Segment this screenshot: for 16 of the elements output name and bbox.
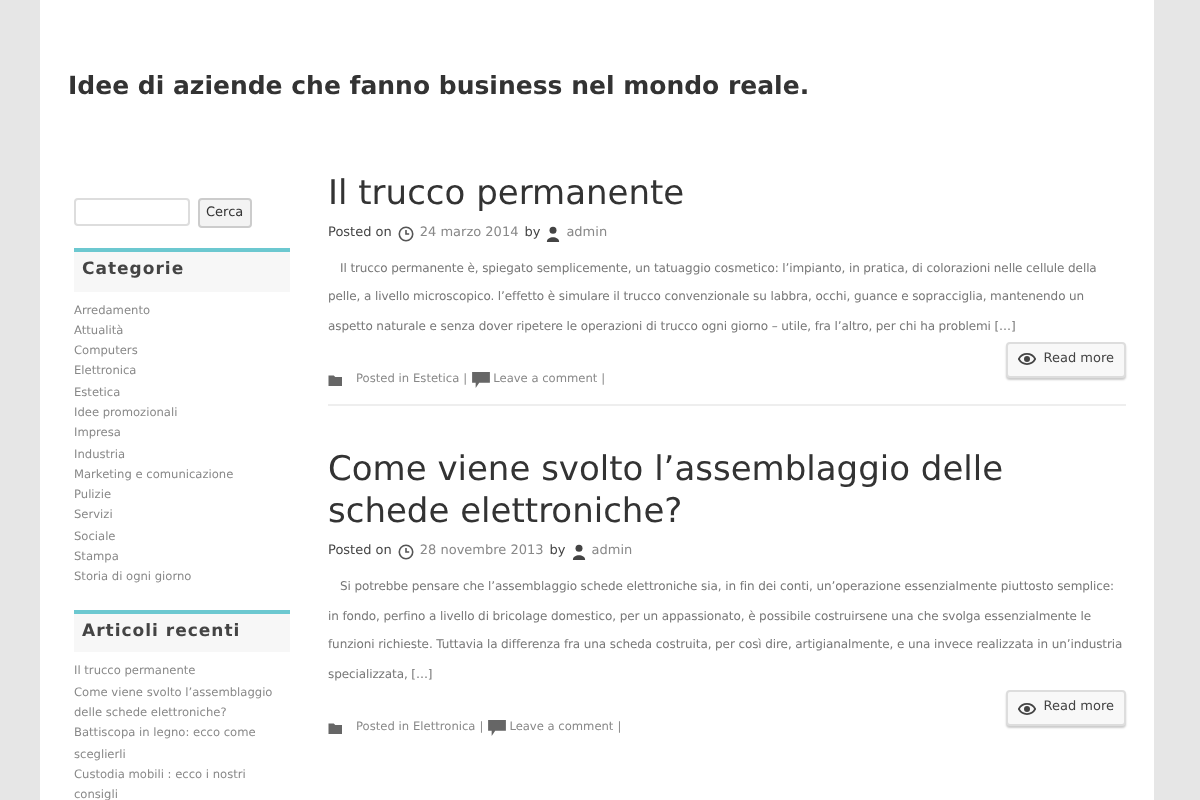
folder-icon: [328, 374, 344, 387]
widget-title: Categorie: [74, 247, 290, 291]
site-title: Idee di aziende che fanno business nel mondo reale.: [68, 68, 812, 104]
comment-icon: [487, 720, 506, 737]
widget-title: Articoli recenti: [74, 609, 290, 653]
post-title[interactable]: Come viene svolto l’assemblaggio delle schede elettroniche?: [328, 450, 1126, 535]
user-icon: [571, 544, 586, 561]
search-field[interactable]: [74, 198, 190, 227]
clock-icon: [397, 544, 414, 561]
comment-icon: [471, 372, 490, 389]
clock-icon: [397, 225, 414, 242]
user-icon: [546, 225, 561, 242]
folder-icon: [328, 722, 344, 735]
eye-icon: [1017, 701, 1036, 716]
post-title[interactable]: Il trucco permanente: [328, 173, 1126, 216]
eye-icon: [1017, 352, 1036, 367]
